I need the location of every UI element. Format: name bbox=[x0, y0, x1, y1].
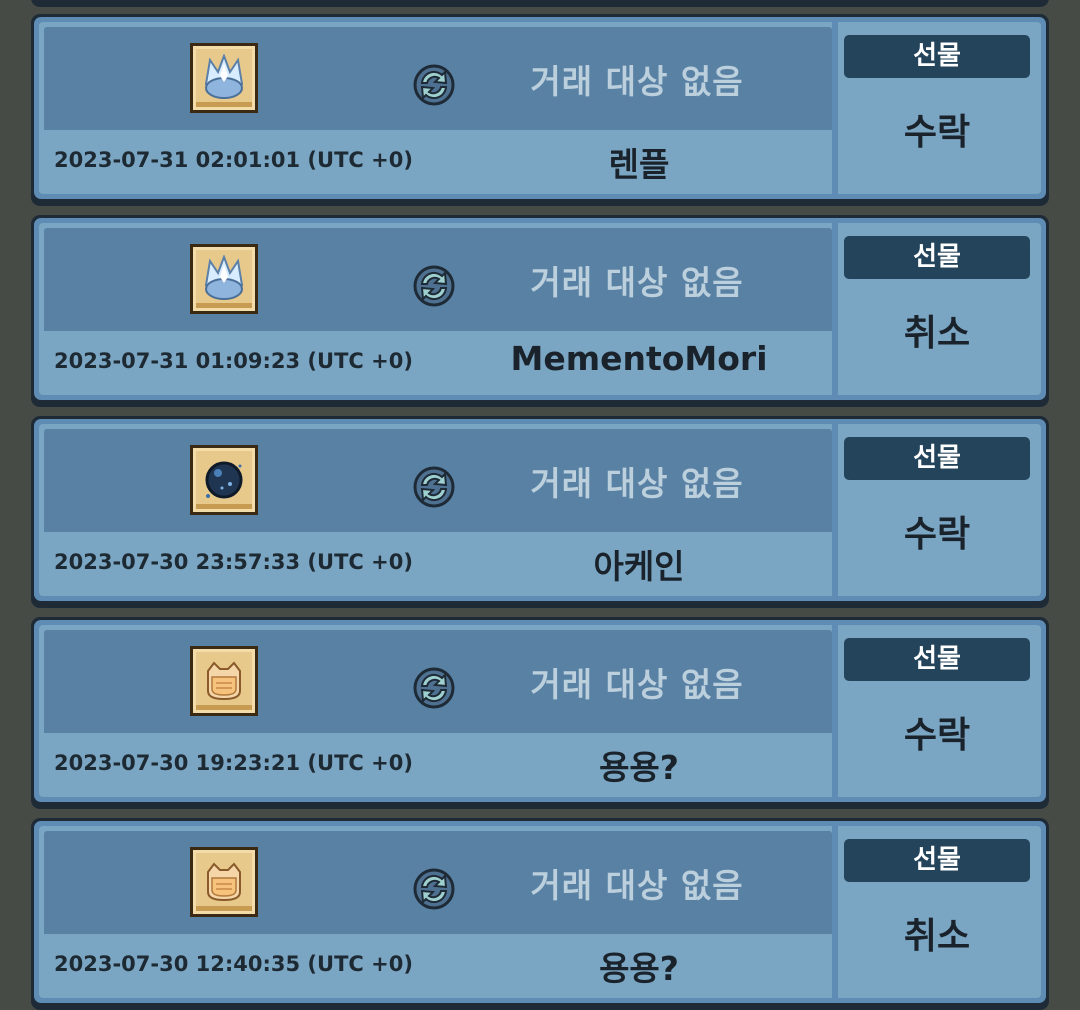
record-info-pane: 거래 대상 없음 2023-07-30 23:57:33 (UTC +0) 아케… bbox=[44, 429, 832, 591]
username: MementoMori bbox=[510, 339, 768, 378]
trade-type-badge: 선물 bbox=[844, 839, 1030, 882]
trade-status: 수락 bbox=[903, 112, 971, 153]
username: 렌플 bbox=[608, 145, 670, 184]
username: 용용? bbox=[599, 949, 679, 988]
exchange-arrows-icon bbox=[413, 64, 455, 106]
exchange-arrows-icon bbox=[413, 265, 455, 307]
timestamp: 2023-07-30 19:23:21 (UTC +0) bbox=[54, 751, 413, 775]
timestamp: 2023-07-31 01:09:23 (UTC +0) bbox=[54, 349, 413, 373]
crystal-crown-icon[interactable] bbox=[190, 244, 258, 314]
trade-type-badge: 선물 bbox=[844, 35, 1030, 78]
record-info-pane: 거래 대상 없음 2023-07-31 02:01:01 (UTC +0) 렌플 bbox=[44, 27, 832, 189]
cat-mask-icon[interactable] bbox=[190, 646, 258, 716]
trade-type-badge: 선물 bbox=[844, 236, 1030, 279]
cat-mask-icon[interactable] bbox=[190, 847, 258, 917]
timestamp: 2023-07-30 12:40:35 (UTC +0) bbox=[54, 952, 413, 976]
trade-status: 취소 bbox=[903, 313, 971, 354]
trade-target-label: 거래 대상 없음 bbox=[530, 263, 744, 302]
trade-record-card-partial bbox=[31, 0, 1049, 7]
trade-target-label: 거래 대상 없음 bbox=[530, 62, 744, 101]
trade-status: 수락 bbox=[903, 715, 971, 756]
trade-record-card[interactable]: 거래 대상 없음 2023-07-30 23:57:33 (UTC +0) 아케… bbox=[31, 416, 1049, 608]
record-status-pane: 선물 수락 bbox=[838, 429, 1036, 591]
timestamp: 2023-07-31 02:01:01 (UTC +0) bbox=[54, 148, 413, 172]
exchange-arrows-icon bbox=[413, 667, 455, 709]
trade-history-list: 거래 대상 없음 2023-07-31 02:01:01 (UTC +0) 렌플… bbox=[0, 0, 1080, 1010]
record-status-pane: 선물 취소 bbox=[838, 831, 1036, 993]
trade-target-label: 거래 대상 없음 bbox=[530, 866, 744, 905]
record-info-pane: 거래 대상 없음 2023-07-30 19:23:21 (UTC +0) 용용… bbox=[44, 630, 832, 792]
record-status-pane: 선물 취소 bbox=[838, 228, 1036, 390]
trade-target-label: 거래 대상 없음 bbox=[530, 464, 744, 503]
exchange-arrows-icon bbox=[413, 466, 455, 508]
record-status-pane: 선물 수락 bbox=[838, 630, 1036, 792]
trade-record-card[interactable]: 거래 대상 없음 2023-07-30 19:23:21 (UTC +0) 용용… bbox=[31, 617, 1049, 809]
username: 아케인 bbox=[593, 547, 685, 586]
exchange-arrows-icon bbox=[413, 868, 455, 910]
trade-record-card[interactable]: 거래 대상 없음 2023-07-31 01:09:23 (UTC +0) Me… bbox=[31, 215, 1049, 407]
record-info-pane: 거래 대상 없음 2023-07-31 01:09:23 (UTC +0) Me… bbox=[44, 228, 832, 390]
timestamp: 2023-07-30 23:57:33 (UTC +0) bbox=[54, 550, 413, 574]
record-info-pane: 거래 대상 없음 2023-07-30 12:40:35 (UTC +0) 용용… bbox=[44, 831, 832, 993]
trade-target-label: 거래 대상 없음 bbox=[530, 665, 744, 704]
trade-type-badge: 선물 bbox=[844, 437, 1030, 480]
dark-orb-icon[interactable] bbox=[190, 445, 258, 515]
trade-record-card[interactable]: 거래 대상 없음 2023-07-30 12:40:35 (UTC +0) 용용… bbox=[31, 818, 1049, 1010]
trade-status: 취소 bbox=[903, 916, 971, 957]
crystal-crown-icon[interactable] bbox=[190, 43, 258, 113]
username: 용용? bbox=[599, 748, 679, 787]
trade-type-badge: 선물 bbox=[844, 638, 1030, 681]
trade-status: 수락 bbox=[903, 514, 971, 555]
trade-record-card[interactable]: 거래 대상 없음 2023-07-31 02:01:01 (UTC +0) 렌플… bbox=[31, 14, 1049, 206]
record-status-pane: 선물 수락 bbox=[838, 27, 1036, 189]
